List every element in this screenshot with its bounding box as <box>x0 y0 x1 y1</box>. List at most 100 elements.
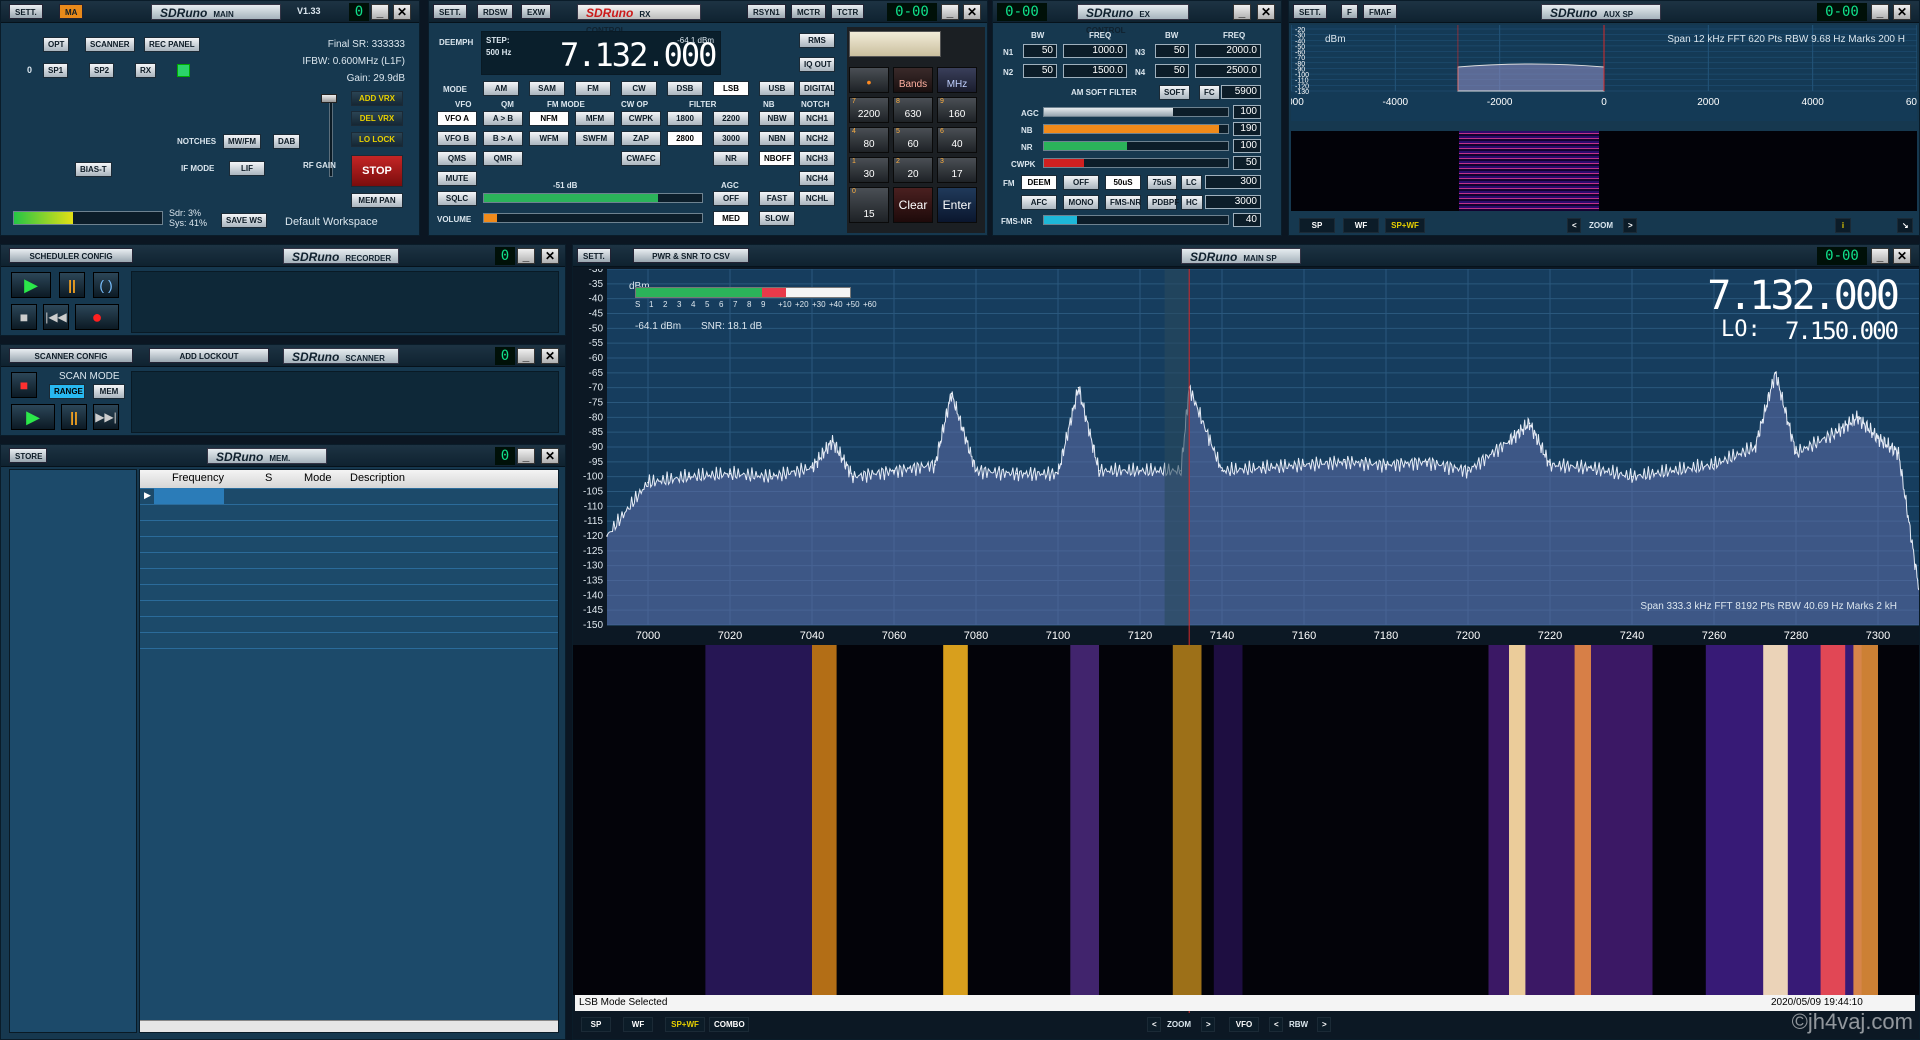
cwpk-button[interactable]: CWPK <box>621 111 661 126</box>
sp2-button[interactable]: SP2 <box>89 63 115 78</box>
col-frequency[interactable]: Frequency <box>172 472 224 484</box>
fmaf-button[interactable]: FMAF <box>1363 4 1398 19</box>
cwafc-button[interactable]: CWAFC <box>621 151 661 166</box>
key-8[interactable]: 8 630 <box>893 97 933 123</box>
minimize-button[interactable]: _ <box>517 448 535 464</box>
filter-2800-button[interactable]: 2800 <box>667 131 703 146</box>
close-button[interactable]: ✕ <box>1257 4 1275 20</box>
qms-button[interactable]: QMS <box>437 151 477 166</box>
agc-slow-button[interactable]: SLOW <box>759 211 795 226</box>
fms-nr-button[interactable]: FMS-NR <box>1105 195 1141 210</box>
pdbpf-button[interactable]: PDBPF <box>1147 195 1179 210</box>
digital-button[interactable]: DIGITAL <box>799 81 835 96</box>
key-9[interactable]: 9 160 <box>937 97 977 123</box>
nb-value[interactable]: 190 <box>1233 122 1261 136</box>
sp-rbw-up[interactable]: > <box>1317 1017 1331 1032</box>
filter-2200-button[interactable]: 2200 <box>713 111 749 126</box>
agc-slider[interactable] <box>1043 107 1229 117</box>
pwr-snr-csv-button[interactable]: PWR & SNR TO CSV <box>633 248 749 263</box>
rms-button[interactable]: RMS <box>799 33 835 48</box>
save-ws-button[interactable]: SAVE WS <box>221 213 268 228</box>
mctr-button[interactable]: MCTR <box>791 4 827 19</box>
cwpk-value[interactable]: 50 <box>1233 156 1261 170</box>
deem-off-button[interactable]: OFF <box>1063 175 1099 190</box>
add-lockout-button[interactable]: ADD LOCKOUT <box>149 348 269 363</box>
afc-button[interactable]: AFC <box>1021 195 1057 210</box>
close-button[interactable]: ✕ <box>1893 248 1911 264</box>
agc-fast-button[interactable]: FAST <box>759 191 795 206</box>
n3-freq[interactable]: 2000.0 <box>1195 44 1261 58</box>
stop-button[interactable]: STOP <box>351 155 403 187</box>
store-button[interactable]: STORE <box>9 448 47 463</box>
clear-key[interactable]: Clear <box>893 187 933 223</box>
minimize-button[interactable]: _ <box>371 4 389 20</box>
sp-wf-button[interactable]: WF <box>623 1017 653 1032</box>
fc-value[interactable]: 5900 <box>1221 85 1261 99</box>
cw-button[interactable]: CW <box>621 81 657 96</box>
main-spectrum[interactable]: -30 -35 -40 -45 -50 -55 -60 -65 -70 -75 -80 -85 -90 -… <box>573 269 1920 1013</box>
sp1-button[interactable]: SP1 <box>43 63 69 78</box>
main-sett-button[interactable]: SETT. <box>9 4 43 19</box>
close-button[interactable]: ✕ <box>963 4 981 20</box>
n1-bw[interactable]: 50 <box>1023 44 1057 58</box>
play-icon[interactable]: ▶ <box>11 272 51 298</box>
agc-value[interactable]: 100 <box>1233 105 1261 119</box>
n4-freq[interactable]: 2500.0 <box>1195 64 1261 78</box>
aux-wf-button[interactable]: WF <box>1343 218 1379 233</box>
rdsw-button[interactable]: RDSW <box>477 4 514 19</box>
exw-button[interactable]: EXW <box>521 4 552 19</box>
tctr-button[interactable]: TCTR <box>831 4 865 19</box>
sp-zoom-in[interactable]: > <box>1201 1017 1215 1032</box>
scanner-pause-icon[interactable]: || <box>61 404 87 430</box>
dsb-button[interactable]: DSB <box>667 81 703 96</box>
aux-f-button[interactable]: F <box>1341 4 1358 19</box>
nch2-button[interactable]: NCH2 <box>799 131 835 146</box>
dab-button[interactable]: DAB <box>273 134 301 149</box>
zap-button[interactable]: ZAP <box>621 131 661 146</box>
scanner-button[interactable]: SCANNER <box>85 37 135 52</box>
mem-table-row-selected[interactable] <box>154 488 224 504</box>
rsyn1-button[interactable]: RSYN1 <box>747 4 786 19</box>
scanner-config-button[interactable]: SCANNER CONFIG <box>9 348 133 363</box>
combo-button[interactable]: COMBO <box>709 1017 749 1032</box>
b-to-a-button[interactable]: B > A <box>483 131 523 146</box>
cwpk-slider[interactable] <box>1043 158 1229 168</box>
sqlc-button[interactable]: SQLC <box>437 191 477 206</box>
key-1[interactable]: 1 30 <box>849 157 889 183</box>
n1-freq[interactable]: 1000.0 <box>1063 44 1127 58</box>
filter-1800-button[interactable]: 1800 <box>667 111 703 126</box>
sp-vfo-button[interactable]: VFO <box>1229 1017 1259 1032</box>
nbw-button[interactable]: NBW <box>759 111 795 126</box>
rx-button[interactable]: RX <box>135 63 157 78</box>
nboff-button[interactable]: NBOFF <box>759 151 795 166</box>
mfm-button[interactable]: MFM <box>575 111 615 126</box>
minimize-button[interactable]: _ <box>1871 248 1889 264</box>
hc-value[interactable]: 3000 <box>1205 195 1261 209</box>
nbn-button[interactable]: NBN <box>759 131 795 146</box>
del-vrx-button[interactable]: DEL VRX <box>351 111 403 126</box>
key-0[interactable]: 0 15 <box>849 187 889 223</box>
nr-slider[interactable] <box>1043 141 1229 151</box>
key-dot[interactable]: • <box>849 67 889 93</box>
agc-med-button[interactable]: MED <box>713 211 749 226</box>
vfo-b-button[interactable]: VFO B <box>437 131 477 146</box>
lif-button[interactable]: LIF <box>229 161 265 176</box>
aux-zoom-in[interactable]: > <box>1623 218 1637 233</box>
fm-button[interactable]: FM <box>575 81 611 96</box>
mono-button[interactable]: MONO <box>1063 195 1099 210</box>
nch1-button[interactable]: NCH1 <box>799 111 835 126</box>
aux-waterfall[interactable] <box>1291 131 1917 211</box>
minimize-button[interactable]: _ <box>941 4 959 20</box>
hc-button[interactable]: HC <box>1181 195 1203 210</box>
key-4[interactable]: 4 80 <box>849 127 889 153</box>
mute-button[interactable]: MUTE <box>437 171 477 186</box>
fc-button[interactable]: FC <box>1199 85 1220 100</box>
key-5[interactable]: 5 60 <box>893 127 933 153</box>
stop-icon[interactable]: ■ <box>11 304 37 330</box>
n2-bw[interactable]: 50 <box>1023 64 1057 78</box>
rf-gain-handle[interactable] <box>321 94 337 103</box>
minimize-button[interactable]: _ <box>1233 4 1251 20</box>
aux-spwf-button[interactable]: SP+WF <box>1385 218 1425 233</box>
nb-slider[interactable] <box>1043 124 1229 134</box>
close-button[interactable]: ✕ <box>393 4 411 20</box>
